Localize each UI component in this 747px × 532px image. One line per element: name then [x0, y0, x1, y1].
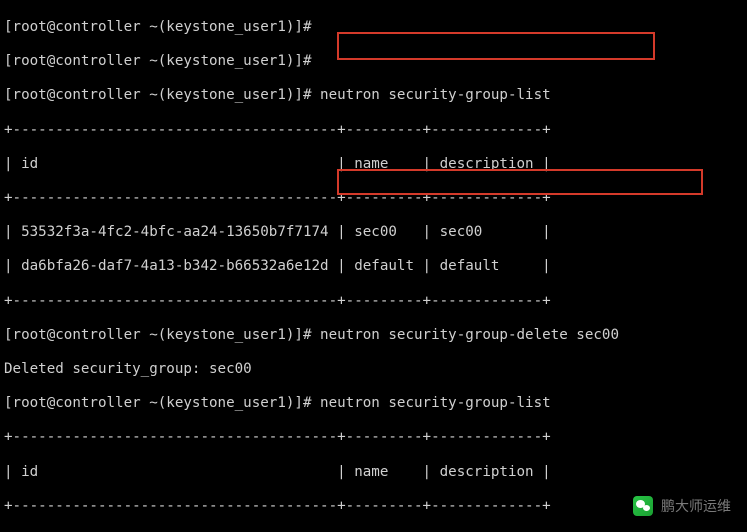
shell-prompt: [root@controller ~(keystone_user1)]# — [4, 53, 312, 69]
terminal-line: [root@controller ~(keystone_user1)]# — [4, 19, 743, 36]
watermark: 鹏大师运维 — [633, 496, 731, 516]
terminal-line: [root@controller ~(keystone_user1)]# neu… — [4, 327, 743, 344]
terminal-output: [root@controller ~(keystone_user1)]# [ro… — [0, 0, 747, 532]
wechat-icon — [633, 496, 653, 516]
table-row: | 53532f3a-4fc2-4bfc-aa24-13650b7f7174 |… — [4, 224, 743, 241]
terminal-line: [root@controller ~(keystone_user1)]# — [4, 53, 743, 70]
terminal-line: [root@controller ~(keystone_user1)]# neu… — [4, 395, 743, 412]
table-row: | da6bfa26-daf7-4a13-b342-b66532a6e12d |… — [4, 258, 743, 275]
table-separator: +--------------------------------------+… — [4, 429, 743, 446]
watermark-text: 鹏大师运维 — [661, 496, 731, 516]
shell-prompt: [root@controller ~(keystone_user1)]# — [4, 87, 312, 103]
command-text: neutron security-group-list — [320, 87, 551, 103]
table-separator: +--------------------------------------+… — [4, 190, 743, 207]
shell-prompt: [root@controller ~(keystone_user1)]# — [4, 19, 312, 35]
table-header: | id | name | description | — [4, 464, 743, 481]
table-separator: +--------------------------------------+… — [4, 122, 743, 139]
table-header: | id | name | description | — [4, 156, 743, 173]
shell-prompt: [root@controller ~(keystone_user1)]# — [4, 395, 312, 411]
shell-prompt: [root@controller ~(keystone_user1)]# — [4, 327, 312, 343]
command-text: neutron security-group-list — [320, 395, 551, 411]
delete-confirmation: Deleted security_group: sec00 — [4, 361, 743, 378]
command-text: neutron security-group-delete sec00 — [320, 327, 619, 343]
terminal-line: [root@controller ~(keystone_user1)]# neu… — [4, 87, 743, 104]
table-separator: +--------------------------------------+… — [4, 293, 743, 310]
